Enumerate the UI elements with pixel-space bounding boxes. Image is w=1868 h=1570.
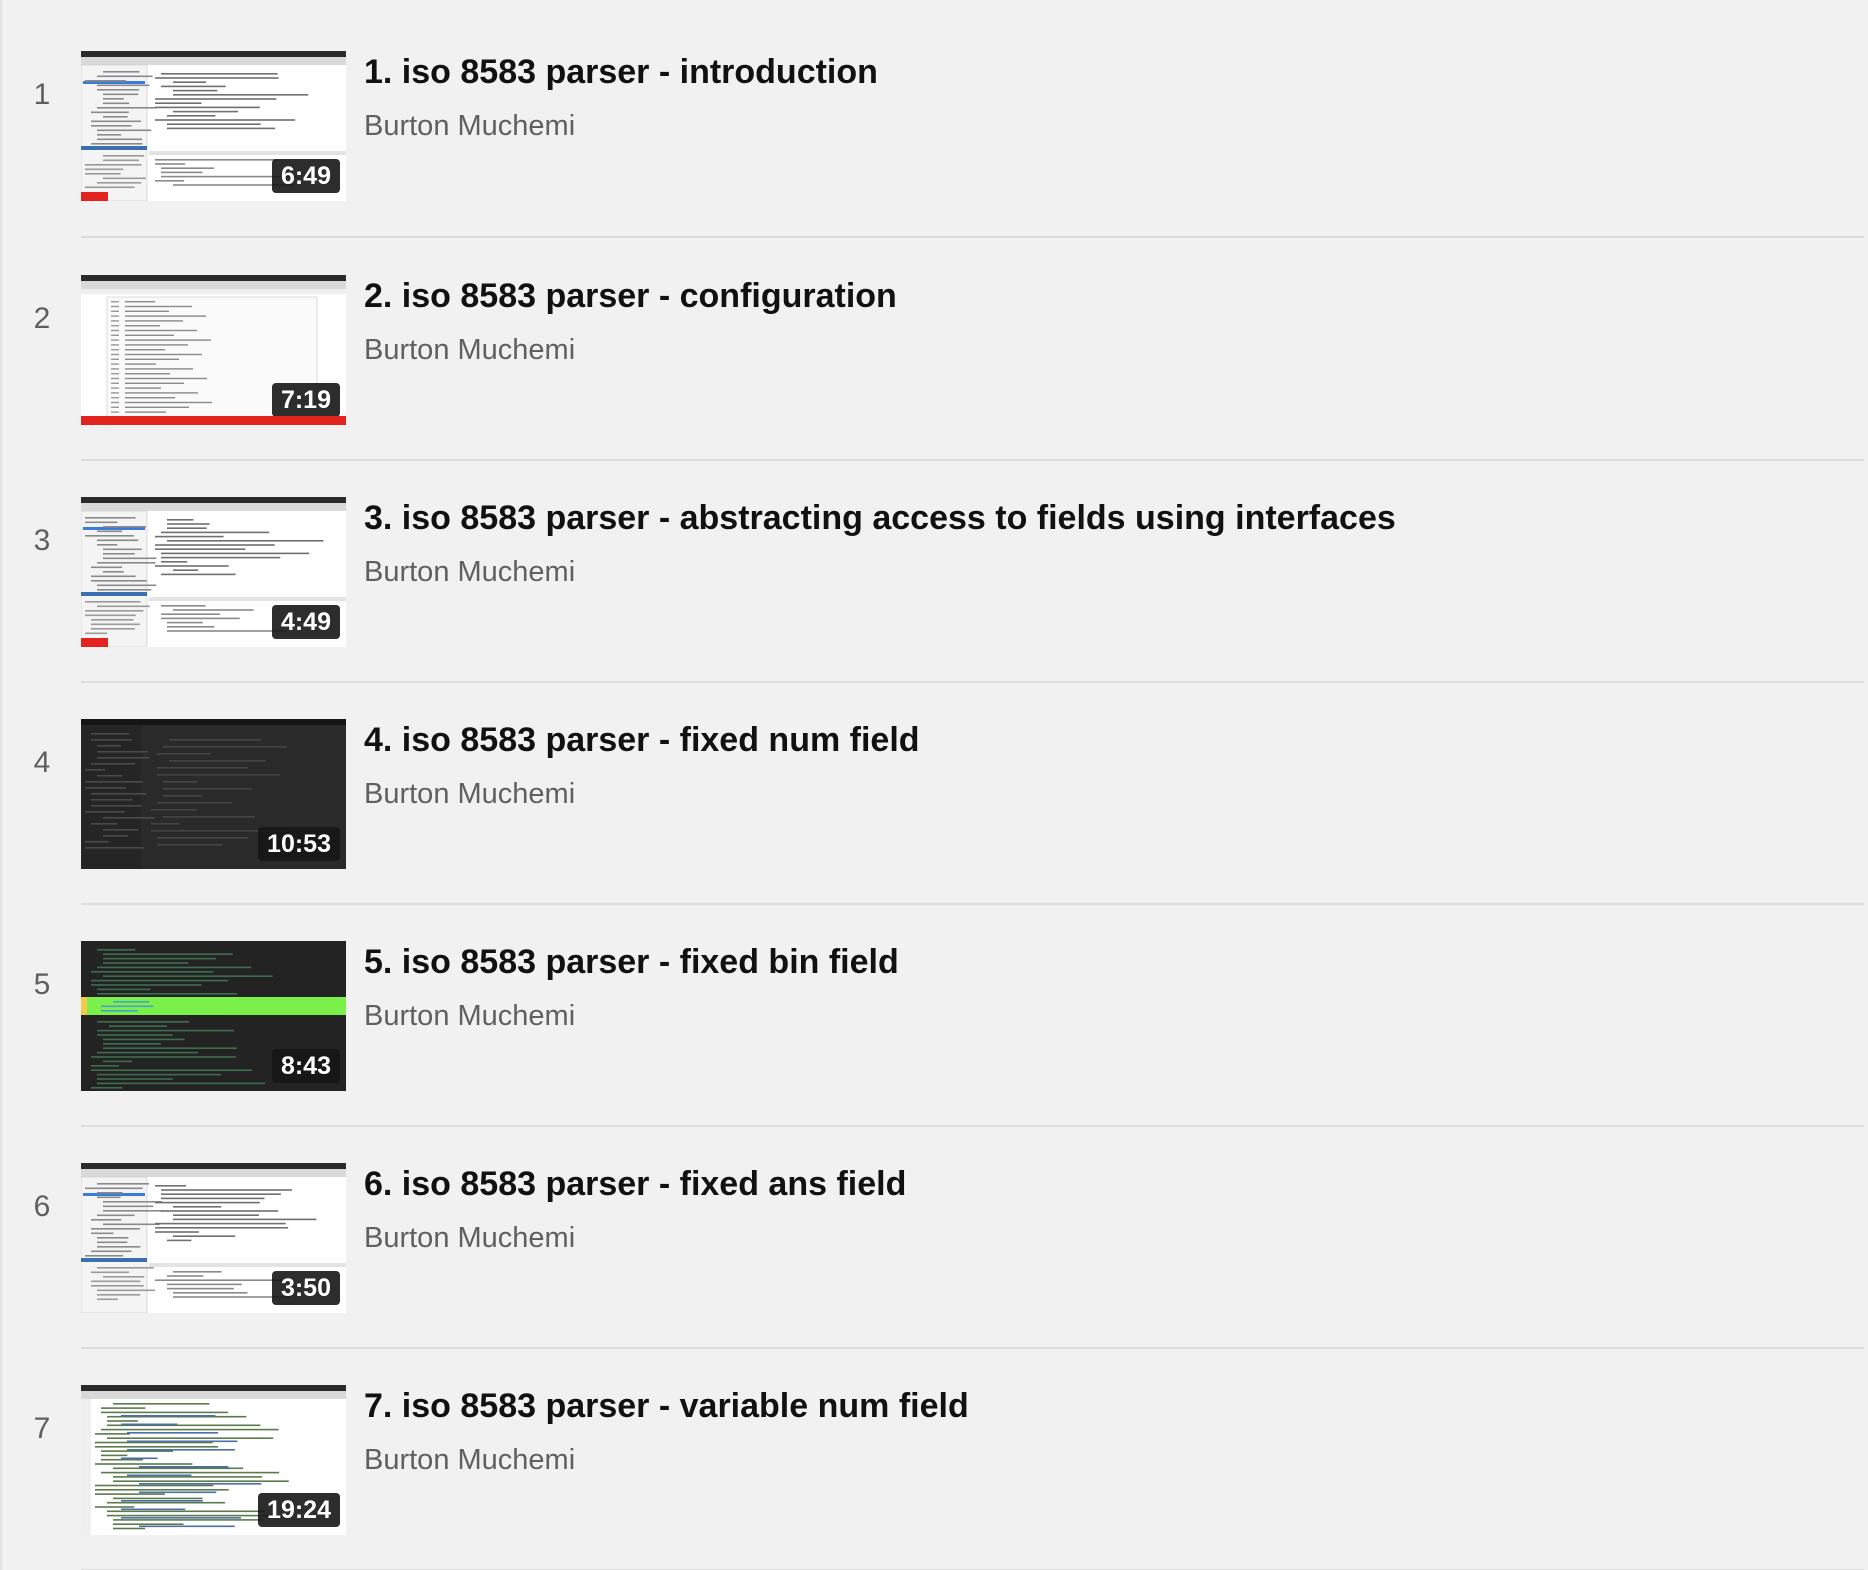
video-title[interactable]: 3. iso 8583 parser - abstracting access … [364,494,1848,542]
video-duration-badge: 19:24 [258,1493,340,1527]
video-duration-badge: 3:50 [271,1271,340,1305]
channel-name[interactable]: Burton Muchemi [364,1440,1848,1480]
video-thumbnail[interactable]: 8:43 [81,941,346,1091]
video-title[interactable]: 7. iso 8583 parser - variable num field [364,1382,1848,1430]
item-index: 5 [33,968,51,1001]
video-thumbnail[interactable]: 10:53 [81,719,346,869]
channel-name[interactable]: Burton Muchemi [364,330,1848,370]
item-index: 7 [33,1412,51,1445]
playlist-item[interactable]: 4 10:53 4. iso 8583 parser - fixed num f… [2,668,1868,890]
video-duration-badge: 7:19 [271,383,340,417]
video-duration-badge: 6:49 [271,159,340,193]
channel-name[interactable]: Burton Muchemi [364,552,1848,592]
item-index: 3 [33,524,51,557]
playlist-item[interactable]: 6 3:50 6. iso 8583 parser - fixed ans fi… [2,1112,1868,1334]
watch-progress-bar [81,638,108,647]
video-title[interactable]: 1. iso 8583 parser - introduction [364,48,1848,96]
watch-progress-bar [81,416,346,425]
video-title[interactable]: 4. iso 8583 parser - fixed num field [364,716,1848,764]
item-index: 4 [33,746,51,779]
channel-name[interactable]: Burton Muchemi [364,774,1848,814]
playlist-item[interactable]: 3 4:49 3. iso 8583 parser - abstracting … [2,446,1868,668]
video-title[interactable]: 5. iso 8583 parser - fixed bin field [364,938,1848,986]
item-index: 6 [33,1190,51,1223]
video-title[interactable]: 6. iso 8583 parser - fixed ans field [364,1160,1848,1208]
playlist-item[interactable]: 7 19:24 7. iso 8583 parser - variable nu… [2,1334,1868,1556]
playlist-panel: 1 6:49 1. iso 8583 parser - introduction… [0,0,1868,1570]
video-title[interactable]: 2. iso 8583 parser - configuration [364,272,1848,320]
watch-progress-bar [81,192,108,201]
video-thumbnail[interactable]: 6:49 [81,51,346,201]
channel-name[interactable]: Burton Muchemi [364,1218,1848,1258]
playlist-item[interactable]: 1 6:49 1. iso 8583 parser - introduction… [2,0,1868,222]
item-index: 2 [33,302,51,335]
video-thumbnail[interactable]: 7:19 [81,275,346,425]
video-duration-badge: 10:53 [258,827,340,861]
playlist-item[interactable]: 5 8:43 5. iso 8583 parser - fixed bin fi… [2,890,1868,1112]
channel-name[interactable]: Burton Muchemi [364,996,1848,1036]
video-duration-badge: 8:43 [271,1049,340,1083]
video-duration-badge: 4:49 [271,605,340,639]
item-index: 1 [33,78,51,111]
video-thumbnail[interactable]: 4:49 [81,497,346,647]
channel-name[interactable]: Burton Muchemi [364,106,1848,146]
playlist-item[interactable]: 2 7:19 2. iso 8583 parser - configuratio… [2,224,1868,446]
video-thumbnail[interactable]: 3:50 [81,1163,346,1313]
video-thumbnail[interactable]: 19:24 [81,1385,346,1535]
